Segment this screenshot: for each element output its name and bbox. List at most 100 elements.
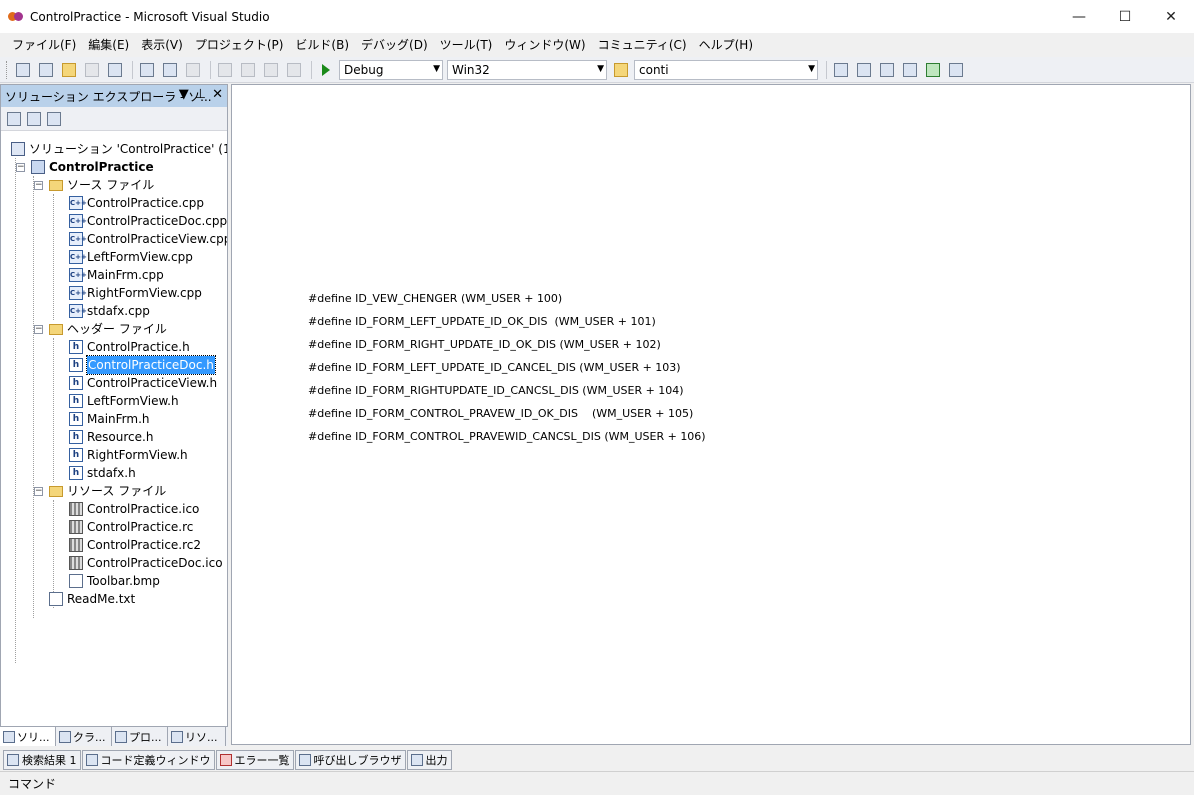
panel-close-button[interactable]: ✕ [212, 87, 223, 102]
undo-button[interactable] [215, 60, 235, 80]
navigate-backward-button[interactable] [261, 60, 281, 80]
tree-item-controlpracticedoc-cpp-4[interactable]: C++ ControlPracticeDoc.cpp [69, 212, 227, 230]
tree-item-controlpractice-rc-21[interactable]: ControlPractice.rc [69, 518, 193, 536]
tree-item-leftformview-cpp-6[interactable]: C++ LeftFormView.cpp [69, 248, 193, 266]
tree-item-stdafx-cpp-9[interactable]: C++ stdafx.cpp [69, 302, 150, 320]
tree-item-controlpractice-1[interactable]: ControlPractice [31, 158, 154, 176]
menu-project[interactable]: プロジェクト(P) [189, 33, 290, 57]
menu-window[interactable]: ウィンドウ(W) [498, 33, 591, 57]
maximize-button[interactable]: ☐ [1102, 0, 1148, 33]
menu-file[interactable]: ファイル(F) [6, 33, 82, 57]
code-editor[interactable]: #define ID_VEW_CHENGER (WM_USER + 100) #d… [231, 84, 1191, 745]
panel-dropdown-button[interactable]: ▼ [179, 87, 189, 102]
tree-item-readme-txt-25[interactable]: ReadMe.txt [49, 590, 135, 608]
tree-item-folder-19[interactable]: リソース ファイル [49, 482, 166, 500]
collapse-toggle-icon[interactable]: − [16, 163, 25, 172]
tree-item-controlpracticedoc-ico-23[interactable]: ControlPracticeDoc.ico [69, 554, 223, 572]
refresh-icon[interactable] [47, 111, 61, 126]
tree-item-controlpractice-1-0[interactable]: ソリューション 'ControlPractice' (1 プロジ [11, 140, 227, 158]
tree-item-rightformview-h-17[interactable]: h RightFormView.h [69, 446, 188, 464]
toolbar-separator [311, 60, 312, 79]
tree-item-controlpracticeview-h-13[interactable]: h ControlPracticeView.h [69, 374, 217, 392]
tree-item-resource-h-16[interactable]: h Resource.h [69, 428, 153, 446]
header-file-icon: h [69, 340, 83, 354]
menu-edit[interactable]: 編集(E) [82, 33, 135, 57]
collapse-toggle-icon[interactable]: − [34, 325, 43, 334]
tab-property-manager[interactable]: プロ... [112, 727, 168, 746]
solution-explorer-button[interactable] [831, 60, 851, 80]
collapse-toggle-icon[interactable]: − [34, 181, 43, 190]
open-file-button[interactable] [59, 60, 79, 80]
code-line[interactable]: #define ID_FORM_LEFT_UPDATE_ID_OK_DIS (W… [308, 315, 656, 328]
platform-combo[interactable]: Win32 ▼ [447, 59, 607, 80]
tree-item-mainfrm-cpp-7[interactable]: C++ MainFrm.cpp [69, 266, 164, 284]
tab-output[interactable]: 出力 [406, 750, 452, 770]
code-line[interactable]: #define ID_FORM_CONTROL_PRAVEW_ID_OK_DIS… [308, 407, 693, 420]
configuration-combo[interactable]: Debug ▼ [339, 59, 443, 80]
tree-item-toolbar-bmp-24[interactable]: Toolbar.bmp [69, 572, 160, 590]
paste-button[interactable] [183, 60, 203, 80]
tree-item-controlpracticedoc-h-12[interactable]: h ControlPracticeDoc.h [69, 355, 216, 375]
tab-call-browser[interactable]: 呼び出しブラウザ [294, 750, 406, 770]
tree-item-label: ReadMe.txt [67, 592, 136, 606]
save-all-button[interactable] [105, 60, 125, 80]
tab-resource-view[interactable]: リソ... [168, 727, 226, 746]
toolbar-grip[interactable] [6, 60, 9, 79]
save-button[interactable] [82, 60, 102, 80]
start-debugging-button[interactable] [316, 60, 336, 80]
object-browser-button[interactable] [877, 60, 897, 80]
tree-item-rightformview-cpp-8[interactable]: C++ RightFormView.cpp [69, 284, 202, 302]
menu-tools[interactable]: ツール(T) [434, 33, 499, 57]
cpp-file-icon: C++ [69, 286, 87, 300]
tree-item-stdafx-h-18[interactable]: h stdafx.h [69, 464, 136, 482]
code-line[interactable]: #define ID_FORM_RIGHTUPDATE_ID_CANCSL_DI… [308, 384, 684, 397]
find-in-files-button[interactable] [611, 60, 631, 80]
tab-code-definition-window[interactable]: コード定義ウィンドウ [81, 750, 215, 770]
show-all-files-icon[interactable] [27, 111, 41, 126]
cut-button[interactable] [137, 60, 157, 80]
tab-error-list[interactable]: エラー一覧 [215, 750, 294, 770]
tab-solution-explorer[interactable]: ソリ... [0, 727, 56, 746]
pin-button[interactable]: ⊥ [195, 87, 206, 102]
menu-build[interactable]: ビルド(B) [289, 33, 355, 57]
save-all-icon [108, 62, 122, 77]
menu-help[interactable]: ヘルプ(H) [693, 33, 759, 57]
close-button[interactable]: ✕ [1148, 0, 1194, 33]
tree-item-controlpractice-rc2-22[interactable]: ControlPractice.rc2 [69, 536, 201, 554]
menu-debug[interactable]: デバッグ(D) [355, 33, 434, 57]
copy-button[interactable] [160, 60, 180, 80]
code-line[interactable]: #define ID_FORM_LEFT_UPDATE_ID_CANCEL_DI… [308, 361, 681, 374]
tree-item-controlpractice-ico-20[interactable]: ControlPractice.ico [69, 500, 199, 518]
properties-icon [857, 62, 871, 77]
tab-class-view[interactable]: クラ... [56, 727, 112, 746]
command-window-button[interactable] [946, 60, 966, 80]
collapse-toggle-icon[interactable]: − [34, 487, 43, 496]
tree-item-folder-10[interactable]: ヘッダー ファイル [49, 320, 167, 338]
chevron-down-icon: ▼ [808, 63, 815, 74]
menu-community[interactable]: コミュニティ(C) [592, 33, 693, 57]
properties-button[interactable] [854, 60, 874, 80]
tree-item-folder-2[interactable]: ソース ファイル [49, 176, 154, 194]
tab-find-results-1[interactable]: 検索結果 1 [3, 750, 81, 770]
redo-button[interactable] [238, 60, 258, 80]
tree-item-mainfrm-h-15[interactable]: h MainFrm.h [69, 410, 150, 428]
start-page-button[interactable] [923, 60, 943, 80]
tree-item-controlpractice-cpp-3[interactable]: C++ ControlPractice.cpp [69, 194, 204, 212]
menu-view[interactable]: 表示(V) [135, 33, 189, 57]
code-line[interactable]: #define ID_FORM_RIGHT_UPDATE_ID_OK_DIS (… [308, 338, 661, 351]
new-project-button[interactable] [13, 60, 33, 80]
find-value: conti [639, 62, 669, 77]
minimize-button[interactable]: — [1056, 0, 1102, 33]
toolbox-button[interactable] [900, 60, 920, 80]
tree-item-label: ControlPracticeDoc.ico [87, 556, 223, 570]
tree-item-controlpractice-h-11[interactable]: h ControlPractice.h [69, 338, 190, 356]
code-line[interactable]: #define ID_VEW_CHENGER (WM_USER + 100) [308, 292, 562, 305]
properties-icon[interactable] [7, 111, 21, 126]
find-combo[interactable]: conti ▼ [634, 59, 818, 80]
tree-item-controlpracticeview-cpp-5[interactable]: C++ ControlPracticeView.cpp [69, 230, 227, 248]
tree-item-leftformview-h-14[interactable]: h LeftFormView.h [69, 392, 179, 410]
navigate-forward-button[interactable] [284, 60, 304, 80]
code-line[interactable]: #define ID_FORM_CONTROL_PRAVEWID_CANCSL_… [308, 430, 706, 443]
add-item-button[interactable] [36, 60, 56, 80]
command-bar[interactable]: コマンド [0, 771, 1194, 795]
